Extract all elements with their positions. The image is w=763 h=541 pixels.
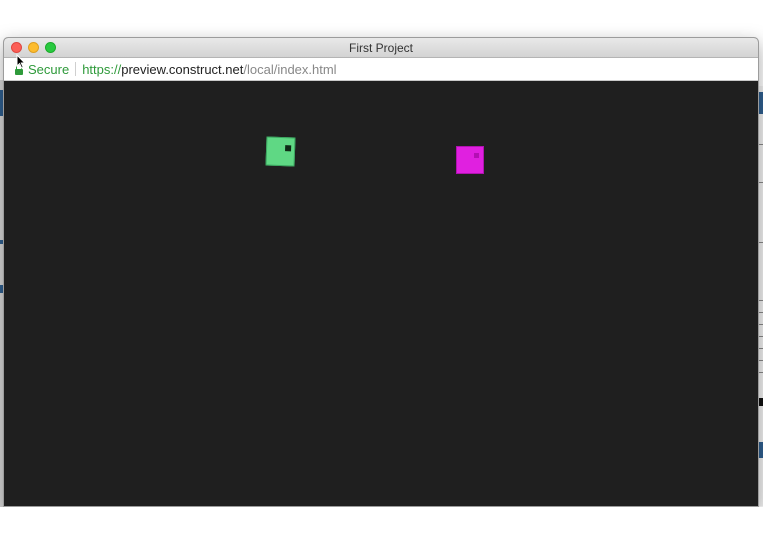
magenta-sprite xyxy=(456,146,484,174)
url-scheme: https:// xyxy=(82,61,122,77)
window-title: First Project xyxy=(348,41,413,55)
address-separator xyxy=(75,62,77,76)
secure-label[interactable]: Secure xyxy=(28,62,69,77)
screen: First Project Secure https://preview.con… xyxy=(0,0,763,541)
address-bar[interactable]: Secure https://preview.construct.net/loc… xyxy=(4,58,758,81)
bottom-background xyxy=(0,507,763,541)
game-canvas[interactable] xyxy=(4,81,758,506)
green-sprite xyxy=(265,136,296,167)
green-sprite-eye xyxy=(285,145,292,152)
url-host: preview.construct.net xyxy=(121,61,244,77)
title-bar[interactable]: First Project xyxy=(4,38,758,58)
url-path: /local/index.html xyxy=(243,61,337,77)
url-text[interactable]: https://preview.construct.net/local/inde… xyxy=(82,62,336,77)
magenta-sprite-eye xyxy=(474,153,479,158)
browser-window: First Project Secure https://preview.con… xyxy=(3,37,759,507)
